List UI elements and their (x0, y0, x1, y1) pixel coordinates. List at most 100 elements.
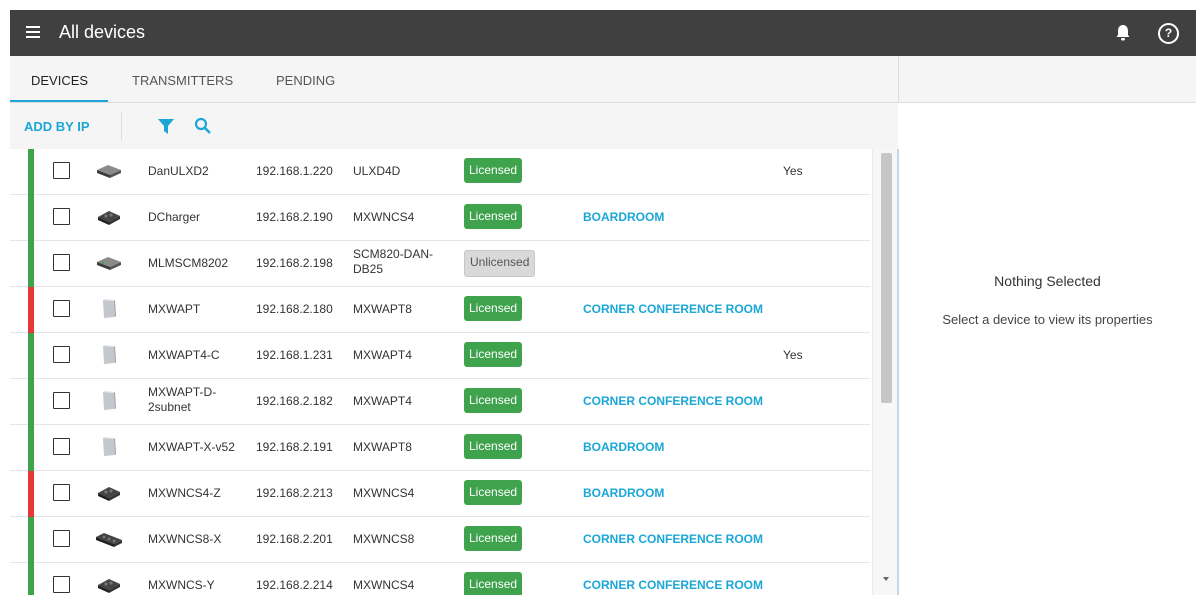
device-name: MXWAPT-X-v52 (148, 440, 235, 454)
license-badge: Licensed (464, 296, 523, 321)
access-point-icon (94, 298, 124, 320)
device-location-link[interactable]: BOARDROOM (583, 210, 664, 225)
receiver-device-icon (94, 160, 124, 182)
device-flag: Yes (783, 348, 803, 362)
license-badge: Licensed (464, 388, 523, 413)
properties-header (898, 56, 1196, 103)
device-ip: 192.168.1.220 (256, 164, 333, 178)
device-model: MXWNCS4 (353, 486, 415, 500)
table-row[interactable]: MLMSCM8202 192.168.2.198 SCM820-DAN-DB25… (10, 241, 870, 287)
license-badge: Licensed (464, 158, 523, 183)
row-checkbox[interactable] (53, 300, 70, 317)
device-name: MXWAPT-D-2subnet (148, 385, 217, 414)
add-by-ip-button[interactable]: ADD BY IP (24, 119, 90, 134)
device-name: MXWNCS8-X (148, 532, 222, 546)
device-ip: 192.168.2.182 (256, 394, 333, 408)
device-ip: 192.168.2.213 (256, 486, 333, 500)
status-indicator (28, 195, 34, 241)
properties-panel: Nothing Selected Select a device to view… (899, 103, 1196, 595)
tab-transmitters[interactable]: TRANSMITTERS (132, 73, 233, 88)
device-model: MXWNCS4 (353, 578, 415, 592)
device-list: DanULXD2 192.168.1.220 ULXD4D Licensed Y… (10, 149, 898, 595)
page-title: All devices (59, 22, 146, 42)
device-model: MXWNCS4 (353, 210, 415, 224)
status-indicator (28, 287, 34, 333)
device-ip: 192.168.2.214 (256, 578, 333, 592)
row-checkbox[interactable] (53, 392, 70, 409)
device-tabs: DEVICES TRANSMITTERS PENDING (10, 56, 898, 103)
device-name: DanULXD2 (148, 164, 209, 178)
help-circle-icon[interactable]: ? (1158, 23, 1179, 44)
table-row[interactable]: MXWNCS4-Z 192.168.2.213 MXWNCS4 Licensed… (10, 471, 870, 517)
device-location-link[interactable]: CORNER CONFERENCE ROOM (583, 302, 763, 317)
status-indicator (28, 149, 34, 195)
table-row[interactable]: MXWNCS-Y 192.168.2.214 MXWNCS4 Licensed … (10, 563, 870, 595)
device-name: MXWAPT4-C (148, 348, 220, 362)
top-app-bar: All devices ? (10, 10, 1196, 56)
status-indicator (28, 425, 34, 471)
charger-device-icon (94, 482, 124, 504)
status-indicator (28, 471, 34, 517)
status-indicator (28, 241, 34, 287)
device-location-link[interactable]: CORNER CONFERENCE ROOM (583, 532, 763, 547)
hamburger-menu-icon[interactable] (24, 23, 44, 43)
list-scrollbar[interactable] (872, 149, 899, 595)
device-flag: Yes (783, 164, 803, 178)
scroll-down-arrow-icon[interactable] (883, 577, 889, 581)
status-indicator (28, 563, 34, 595)
device-ip: 192.168.1.231 (256, 348, 333, 362)
device-ip: 192.168.2.201 (256, 532, 333, 546)
row-checkbox[interactable] (53, 438, 70, 455)
row-checkbox[interactable] (53, 208, 70, 225)
table-row[interactable]: MXWAPT-D-2subnet 192.168.2.182 MXWAPT4 L… (10, 379, 870, 425)
device-location-link[interactable]: BOARDROOM (583, 486, 664, 501)
license-badge: Unlicensed (464, 250, 536, 277)
table-row[interactable]: MXWAPT 192.168.2.180 MXWAPT8 Licensed CO… (10, 287, 870, 333)
access-point-icon (94, 390, 124, 412)
active-tab-indicator (10, 100, 108, 102)
device-model: MXWAPT4 (353, 348, 412, 362)
row-checkbox[interactable] (53, 254, 70, 271)
tab-devices[interactable]: DEVICES (31, 73, 88, 88)
table-row[interactable]: DCharger 192.168.2.190 MXWNCS4 Licensed … (10, 195, 870, 241)
table-row[interactable]: MXWAPT4-C 192.168.1.231 MXWAPT4 Licensed… (10, 333, 870, 379)
device-model: SCM820-DAN-DB25 (353, 247, 434, 276)
table-row[interactable]: DanULXD2 192.168.1.220 ULXD4D Licensed Y… (10, 149, 870, 195)
row-checkbox[interactable] (53, 530, 70, 547)
bell-icon[interactable] (1113, 23, 1133, 43)
row-checkbox[interactable] (53, 484, 70, 501)
license-badge: Licensed (464, 204, 523, 229)
device-ip: 192.168.2.180 (256, 302, 333, 316)
row-checkbox[interactable] (53, 346, 70, 363)
device-name: DCharger (148, 210, 201, 224)
filter-icon[interactable] (158, 119, 174, 135)
empty-state-title: Nothing Selected (994, 273, 1101, 289)
charger-device-icon (94, 574, 124, 595)
table-row[interactable]: MXWAPT-X-v52 192.168.2.191 MXWAPT8 Licen… (10, 425, 870, 471)
charger-long-device-icon (94, 528, 124, 550)
status-indicator (28, 517, 34, 563)
license-badge: Licensed (464, 572, 523, 595)
device-model: MXWAPT4 (353, 394, 412, 408)
device-model: MXWNCS8 (353, 532, 415, 546)
search-icon[interactable] (194, 117, 212, 135)
device-location-link[interactable]: CORNER CONFERENCE ROOM (583, 394, 763, 409)
row-checkbox[interactable] (53, 576, 70, 593)
toolbar-divider (121, 112, 122, 140)
row-checkbox[interactable] (53, 162, 70, 179)
license-badge: Licensed (464, 434, 523, 459)
status-indicator (28, 379, 34, 425)
device-model: ULXD4D (353, 164, 401, 178)
app-window: All devices ? DEVICES TRANSMITTERS PENDI… (10, 10, 1196, 595)
device-location-link[interactable]: CORNER CONFERENCE ROOM (583, 578, 763, 593)
device-name: MLMSCM8202 (148, 256, 229, 270)
device-ip: 192.168.2.191 (256, 440, 333, 454)
charger-device-icon (94, 206, 124, 228)
status-indicator (28, 333, 34, 379)
scrollbar-thumb[interactable] (881, 153, 892, 403)
device-location-link[interactable]: BOARDROOM (583, 440, 664, 455)
device-model: MXWAPT8 (353, 440, 412, 454)
license-badge: Licensed (464, 526, 523, 551)
table-row[interactable]: MXWNCS8-X 192.168.2.201 MXWNCS8 Licensed… (10, 517, 870, 563)
tab-pending[interactable]: PENDING (276, 73, 335, 88)
